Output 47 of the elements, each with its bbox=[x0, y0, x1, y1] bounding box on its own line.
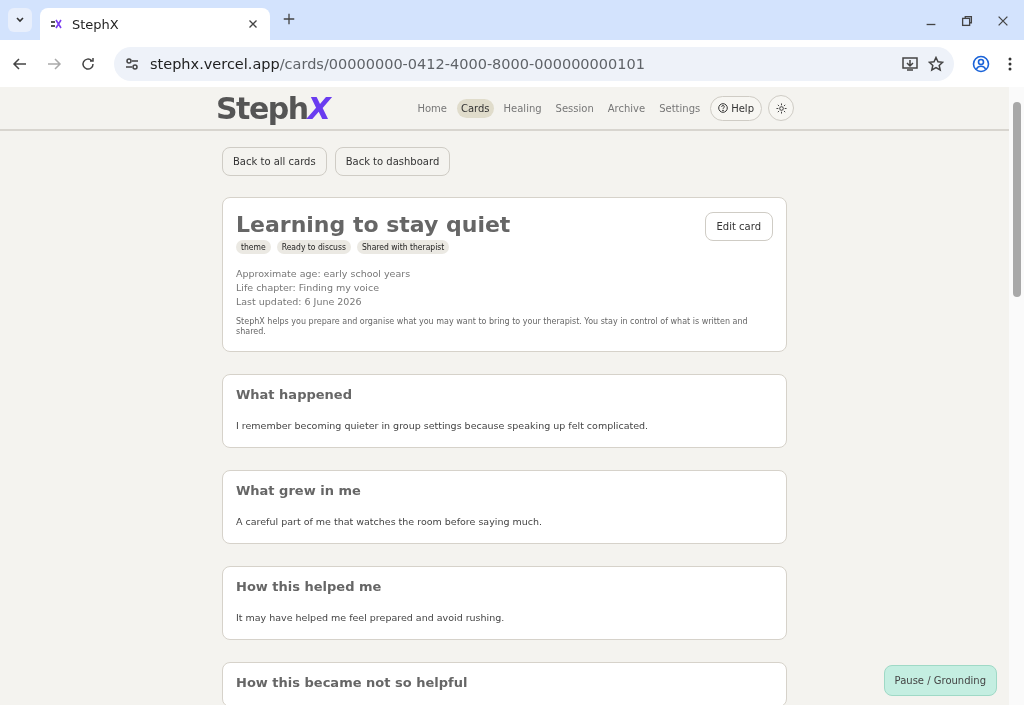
theme-toggle[interactable] bbox=[768, 95, 794, 121]
back-button[interactable]: Back to all cards bbox=[222, 147, 327, 176]
nav-link[interactable]: Healing bbox=[499, 98, 546, 118]
section-title: How this became not so helpful bbox=[236, 675, 469, 690]
nav-link[interactable]: Settings bbox=[655, 98, 705, 118]
pause-button[interactable]: Pause / Grounding bbox=[883, 665, 997, 696]
section-text: A careful part of me that watches the room before saying much. bbox=[236, 516, 544, 527]
section-title: What happened bbox=[236, 387, 353, 402]
caret-icon bbox=[15, 15, 25, 25]
restore-icon[interactable] bbox=[960, 14, 974, 28]
section-text: It may have helped me feel prepared and avoid rushing. bbox=[236, 612, 506, 623]
profile-icon[interactable] bbox=[972, 54, 990, 73]
section-title: What grew in me bbox=[236, 483, 362, 498]
reload-icon[interactable] bbox=[80, 55, 96, 72]
scrollbar-thumb[interactable] bbox=[1013, 102, 1021, 297]
meta-text: Life chapter: Finding my voice bbox=[236, 282, 380, 293]
browser-tab[interactable]: StephX bbox=[40, 8, 270, 40]
tag: Shared with therapist bbox=[356, 240, 450, 254]
close-icon[interactable] bbox=[996, 14, 1010, 28]
card-title: Learning to stay quiet bbox=[236, 212, 511, 237]
address-bar[interactable]: stephx.vercel.app/cards/00000000-0412-4000-8000-000000000101 bbox=[114, 46, 954, 81]
help-button[interactable]: Help bbox=[710, 95, 762, 121]
section-text: I remember becoming quieter in group settings because speaking up felt complicated. bbox=[236, 420, 650, 431]
nav-link[interactable]: Session bbox=[551, 98, 598, 118]
back-button[interactable]: Back to dashboard bbox=[334, 147, 451, 176]
nav-link[interactable]: Archive bbox=[603, 98, 650, 118]
meta-text: Last updated: 6 June 2026 bbox=[236, 296, 363, 307]
install-icon[interactable] bbox=[902, 55, 918, 72]
tab-title: StephX bbox=[72, 16, 120, 32]
edit-card-button[interactable]: Edit card bbox=[704, 212, 773, 241]
new-tab-icon[interactable] bbox=[282, 12, 296, 26]
tab-list-button[interactable] bbox=[8, 8, 32, 32]
nav-link[interactable]: Home bbox=[413, 98, 451, 118]
sun-icon bbox=[775, 102, 787, 114]
tag: theme bbox=[236, 240, 271, 254]
back-icon[interactable] bbox=[12, 55, 28, 72]
tag: Ready to discuss bbox=[276, 240, 351, 254]
menu-icon[interactable] bbox=[1008, 55, 1012, 72]
logo[interactable]: StephX bbox=[216, 90, 330, 126]
star-icon[interactable] bbox=[928, 55, 944, 72]
info-note: StephX helps you prepare and organise what you may want to bring to your therapist. You stay in control of what is written and shared. bbox=[236, 317, 749, 337]
meta-text: Approximate age: early school years bbox=[236, 268, 412, 279]
help-icon bbox=[718, 103, 729, 113]
nav-link[interactable]: Cards bbox=[456, 98, 494, 118]
section-title: How this helped me bbox=[236, 579, 383, 594]
site-favicon-icon bbox=[50, 18, 62, 30]
site-settings-icon[interactable] bbox=[124, 55, 140, 72]
